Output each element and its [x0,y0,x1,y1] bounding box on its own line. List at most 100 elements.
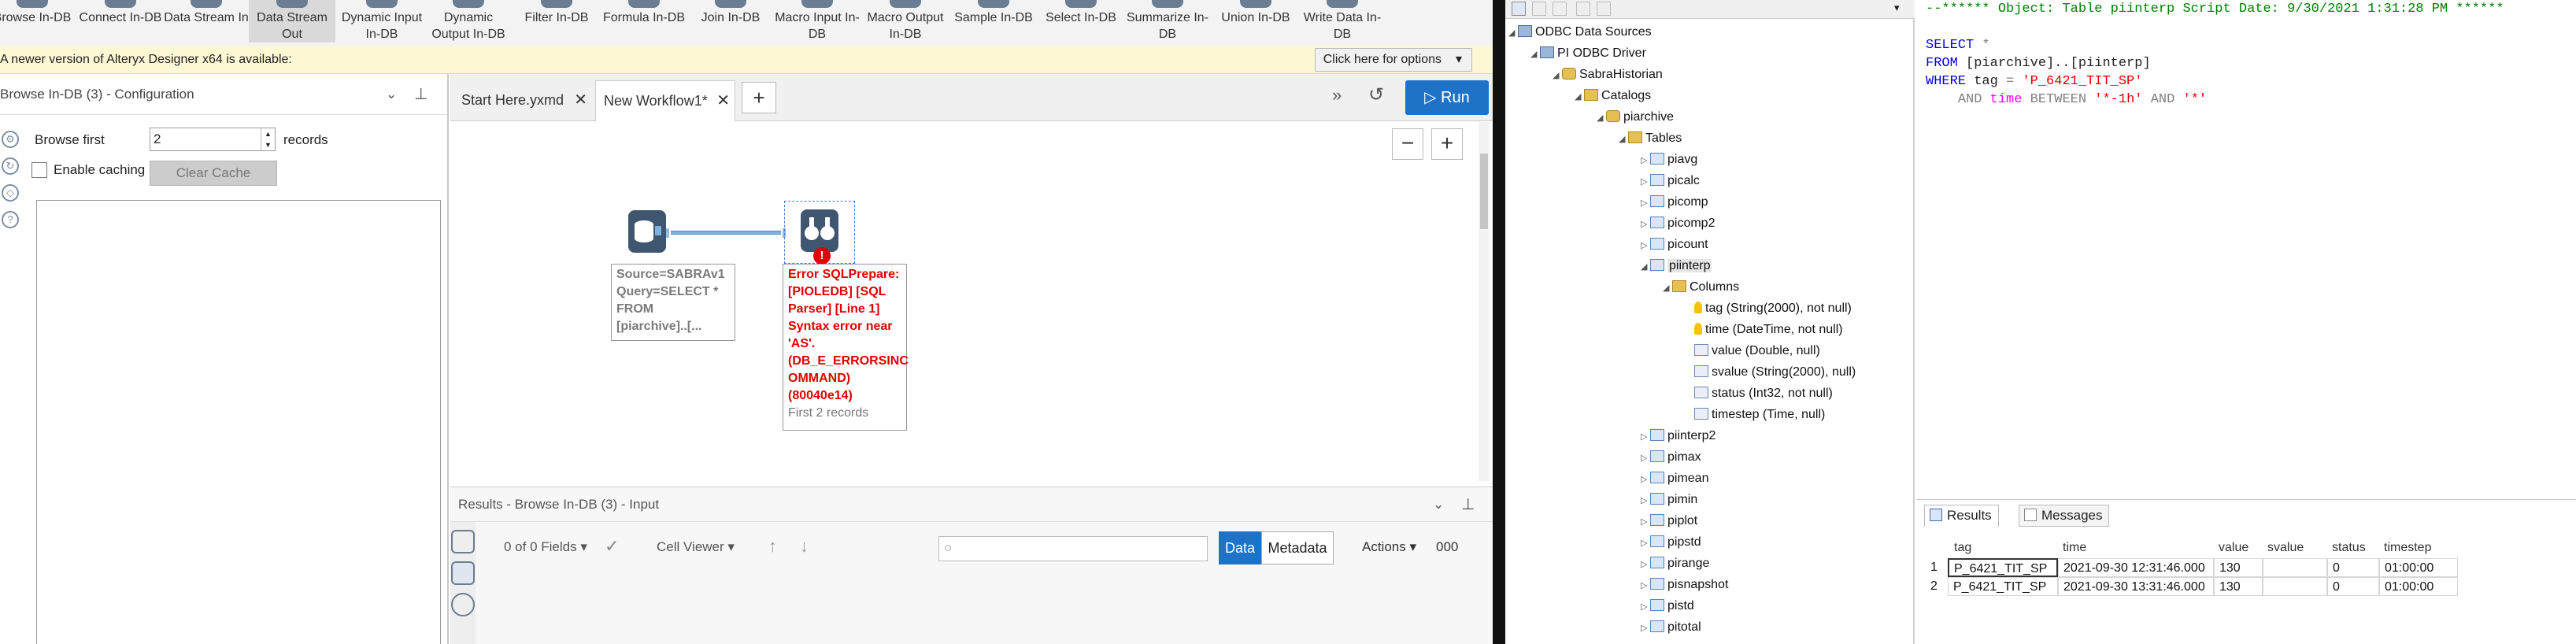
tool-dynamic-output-in-db[interactable]: Dynamic Output In-DB [425,0,512,43]
tool-summarize-in-db[interactable]: Summarize In-DB [1124,0,1211,43]
tree-node-table[interactable]: ▷ piavg [1641,151,1697,169]
tree-node-piinterp[interactable]: ◢ piinterp [1641,257,1712,276]
help-icon[interactable]: ? [2,211,19,228]
disconnect-icon[interactable] [1532,2,1546,16]
history-icon[interactable]: ↺ [1368,83,1384,106]
enable-caching-checkbox[interactable] [31,162,47,178]
browse-first-input[interactable]: 2 ▲ ▼ [150,128,276,151]
tree-node-column[interactable]: timestep (Time, null) [1685,406,1825,424]
update-options-button[interactable]: Click here for options ▾ [1314,48,1472,72]
col-header-time[interactable]: time [2063,541,2086,555]
canvas-scrollbar[interactable] [1479,122,1490,481]
tree-node-table[interactable]: ▷ pisnapshot [1641,576,1728,594]
tab-new-workflow[interactable]: New Workflow1* ✕ [595,80,735,121]
check-icon[interactable]: ✓ [605,536,619,557]
tree-node-piarchive[interactable]: ◢ piarchive [1597,109,1674,127]
actions-dropdown[interactable]: Actions ▾ [1362,539,1416,555]
workflow-canvas[interactable]: − + ! Source=SABRAv1 Query=SELECT * FROM… [450,122,1490,481]
tree-node-catalogs[interactable]: ◢ Catalogs [1575,87,1651,105]
arrows-icon[interactable]: ↻ [2,157,19,175]
tree-node-tables[interactable]: ◢ Tables [1619,130,1682,148]
tool-filter-in-db[interactable]: Filter In-DB [513,0,600,26]
overflow-chevrons-icon[interactable]: » [1332,85,1342,105]
filter-icon[interactable] [1553,2,1567,16]
close-icon[interactable]: ✕ [716,81,730,120]
tab-messages[interactable]: Messages [2019,505,2110,527]
tool-join-in-db[interactable]: Join In-DB [687,0,774,26]
tab-start-here[interactable]: Start Here.yxmd ✕ [453,80,592,121]
browse-in-db-node[interactable]: ! [784,201,855,265]
tree-node-table[interactable]: ▷ pimean [1641,470,1708,488]
col-header-value[interactable]: value [2219,541,2248,555]
tool-select-in-db[interactable]: Select In-DB [1038,0,1124,26]
add-tab-button[interactable]: + [742,82,776,113]
tool-macro-output-in-db[interactable]: Macro Output In-DB [862,0,949,43]
connect-icon[interactable] [1512,2,1526,16]
tag-icon[interactable]: ◇ [2,184,19,202]
scrollbar-thumb[interactable] [1480,154,1488,229]
arrow-down-icon[interactable]: ↓ [800,536,809,557]
tree-node-table[interactable]: ▷ pitotal [1641,619,1701,637]
tab-results[interactable]: Results [1924,505,1999,527]
tool-data-stream-in[interactable]: Data Stream In [163,0,250,26]
pin-icon[interactable]: ⊥ [1461,487,1475,522]
tree-node-odbc-sources[interactable]: ◢ ODBC Data Sources [1508,24,1652,42]
sql-query-editor[interactable]: --****** Object: Table piinterp Script D… [1916,0,2576,496]
chevron-down-icon[interactable]: ⌄ [1433,487,1444,522]
stepper-arrows-icon[interactable]: ▲ ▼ [261,128,275,150]
refresh-icon[interactable] [1576,2,1590,16]
tree-node-table[interactable]: ▷ picomp [1641,194,1708,212]
clear-cache-button[interactable]: Clear Cache [150,161,277,186]
tree-node-columns[interactable]: ◢ Columns [1663,279,1739,297]
tool-dynamic-input-in-db[interactable]: Dynamic Input In-DB [339,0,425,43]
col-header-status[interactable]: status [2332,541,2366,555]
zoom-in-button[interactable]: + [1431,128,1463,160]
tree-node-table[interactable]: ▷ picalc [1641,172,1700,191]
tool-union-in-db[interactable]: Union In-DB [1212,0,1299,26]
tree-node-server[interactable]: ◢ SabraHistorian [1553,66,1663,84]
output-anchor[interactable] [666,228,669,238]
arrow-up-icon[interactable]: ↑ [768,536,777,557]
tree-node-table[interactable]: ▷ pipstd [1641,534,1701,552]
tree-node-table[interactable]: ▷ piinterp2 [1641,427,1715,446]
col-header-svalue[interactable]: svalue [2267,541,2304,555]
tool-data-stream-out[interactable]: Data Stream Out [249,0,335,43]
tree-node-column[interactable]: svalue (String(2000), null) [1685,364,1856,381]
binoculars-icon[interactable] [451,561,475,585]
tool-browse-in-db[interactable]: Browse In-DB [0,0,76,26]
tree-node-table[interactable]: ▷ pimin [1641,491,1697,509]
tree-node-column[interactable]: value (Double, null) [1685,342,1820,360]
tool-write-data-in-db[interactable]: Write Data In-DB [1299,0,1386,43]
tree-node-table[interactable]: ▷ pimax [1641,449,1701,467]
tree-node-table[interactable]: ▷ pirange [1641,555,1709,573]
tree-node-column[interactable]: status (Int32, not null) [1685,385,1833,402]
pin-icon[interactable]: ⊥ [414,74,427,115]
connect-in-db-node[interactable] [628,210,666,253]
table-icon[interactable] [451,530,475,553]
tool-formula-in-db[interactable]: Formula In-DB [601,0,687,26]
dropdown-arrow-icon[interactable]: ▾ [1894,2,1900,14]
results-search-input[interactable]: ○ [938,536,1208,561]
data-tab-button[interactable]: Data [1219,531,1261,564]
tree-node-table[interactable]: ▷ picomp2 [1641,215,1715,233]
collapse-icon[interactable] [1597,2,1611,16]
run-button[interactable]: ▷ Run [1405,80,1489,115]
col-header-tag[interactable]: tag [1954,541,1971,555]
chevron-down-icon[interactable]: ⌄ [386,74,397,115]
tree-node-column[interactable]: tag (String(2000), not null) [1685,300,1852,317]
gear-icon[interactable]: ⚙ [2,131,19,148]
tree-node-driver[interactable]: ◢ PI ODBC Driver [1530,45,1646,63]
tool-macro-input-in-db[interactable]: Macro Input In-DB [774,0,861,43]
tree-node-table[interactable]: ▷ piplot [1641,513,1697,531]
fields-dropdown[interactable]: 0 of 0 Fields ▾ [504,539,587,555]
tree-node-table[interactable]: ▷ picount [1641,236,1708,254]
zoom-out-button[interactable]: − [1392,128,1423,160]
tool-sample-in-db[interactable]: Sample In-DB [950,0,1037,26]
tree-node-table[interactable]: ▷ pistd [1641,598,1694,616]
col-header-timestep[interactable]: timestep [2384,541,2431,555]
close-icon[interactable]: ✕ [574,80,587,120]
metadata-tab-button[interactable]: Metadata [1261,531,1334,564]
tree-node-column[interactable]: time (DateTime, not null) [1685,321,1843,339]
tool-connect-in-db[interactable]: Connect In-DB [77,0,164,26]
help-icon[interactable] [451,593,475,616]
